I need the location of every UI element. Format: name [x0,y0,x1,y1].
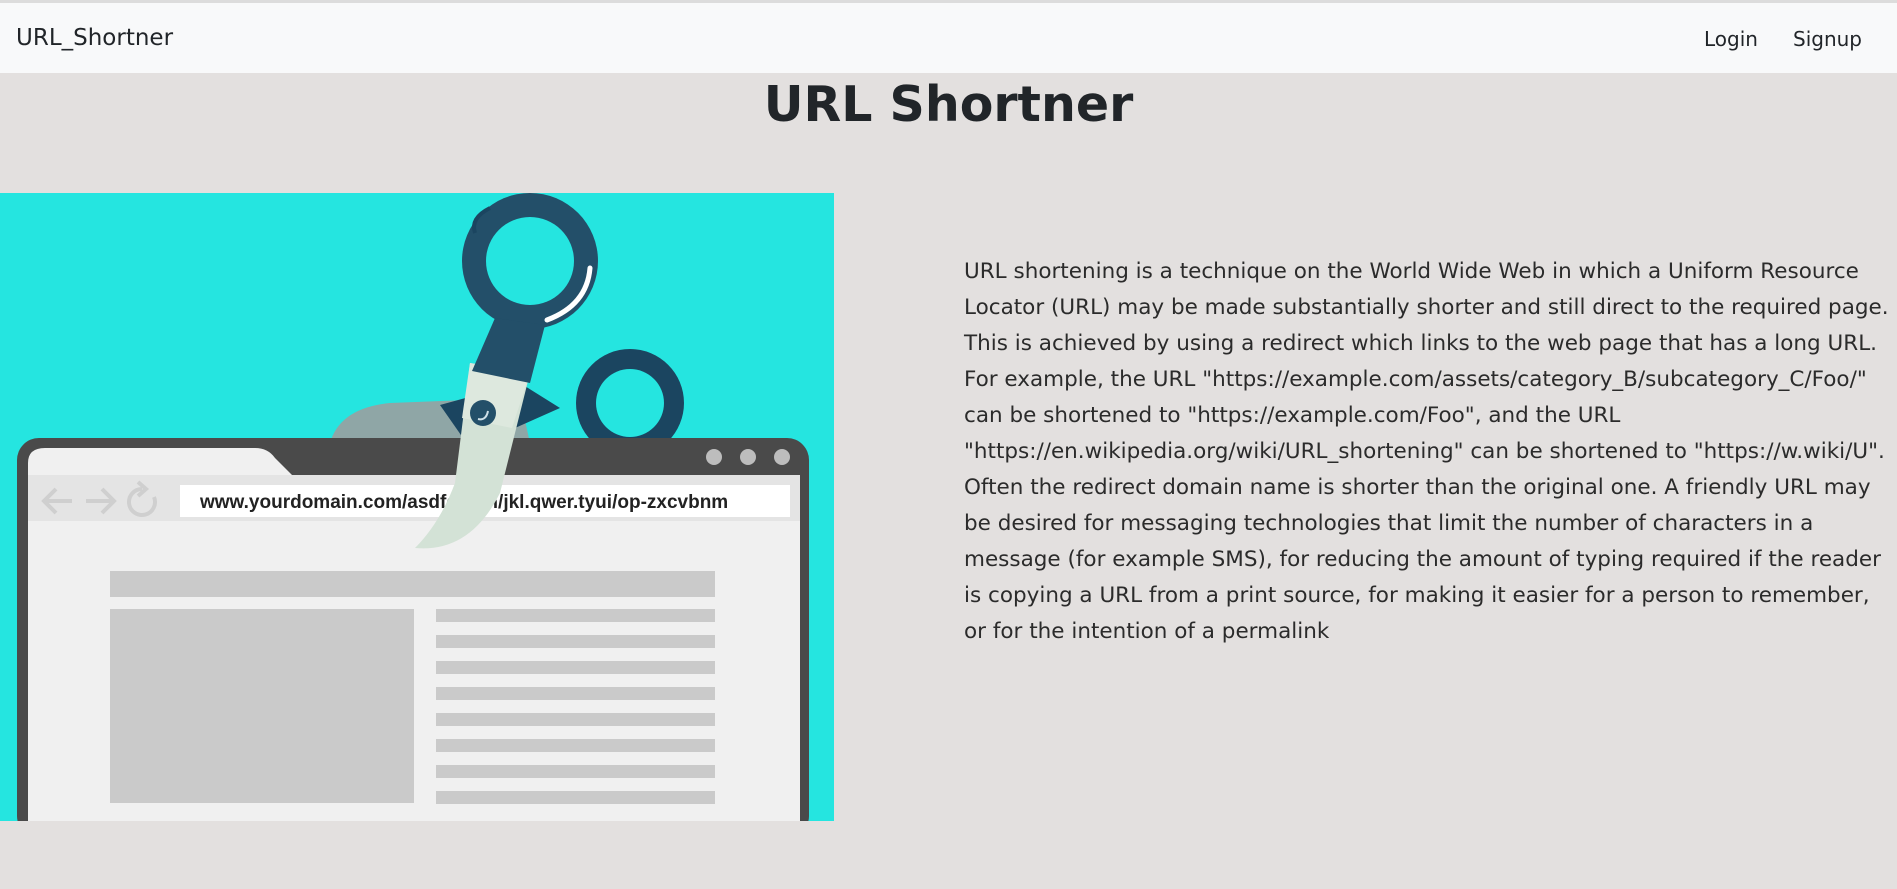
login-link[interactable]: Login [1704,27,1758,51]
page-title: URL Shortner [763,76,1134,133]
navbar: URL_Shortner Login Signup [0,3,1897,73]
url-shortener-illustration: www.yourdomain.com/asdfg.hgh/jkl.qwer.ty… [0,193,834,821]
signup-link[interactable]: Signup [1793,27,1862,51]
browser-window: www.yourdomain.com/asdfg.hgh/jkl.qwer.ty… [17,438,809,821]
description-text: URL shortening is a technique on the Wor… [964,259,1889,644]
brand-link[interactable]: URL_Shortner [16,25,173,51]
